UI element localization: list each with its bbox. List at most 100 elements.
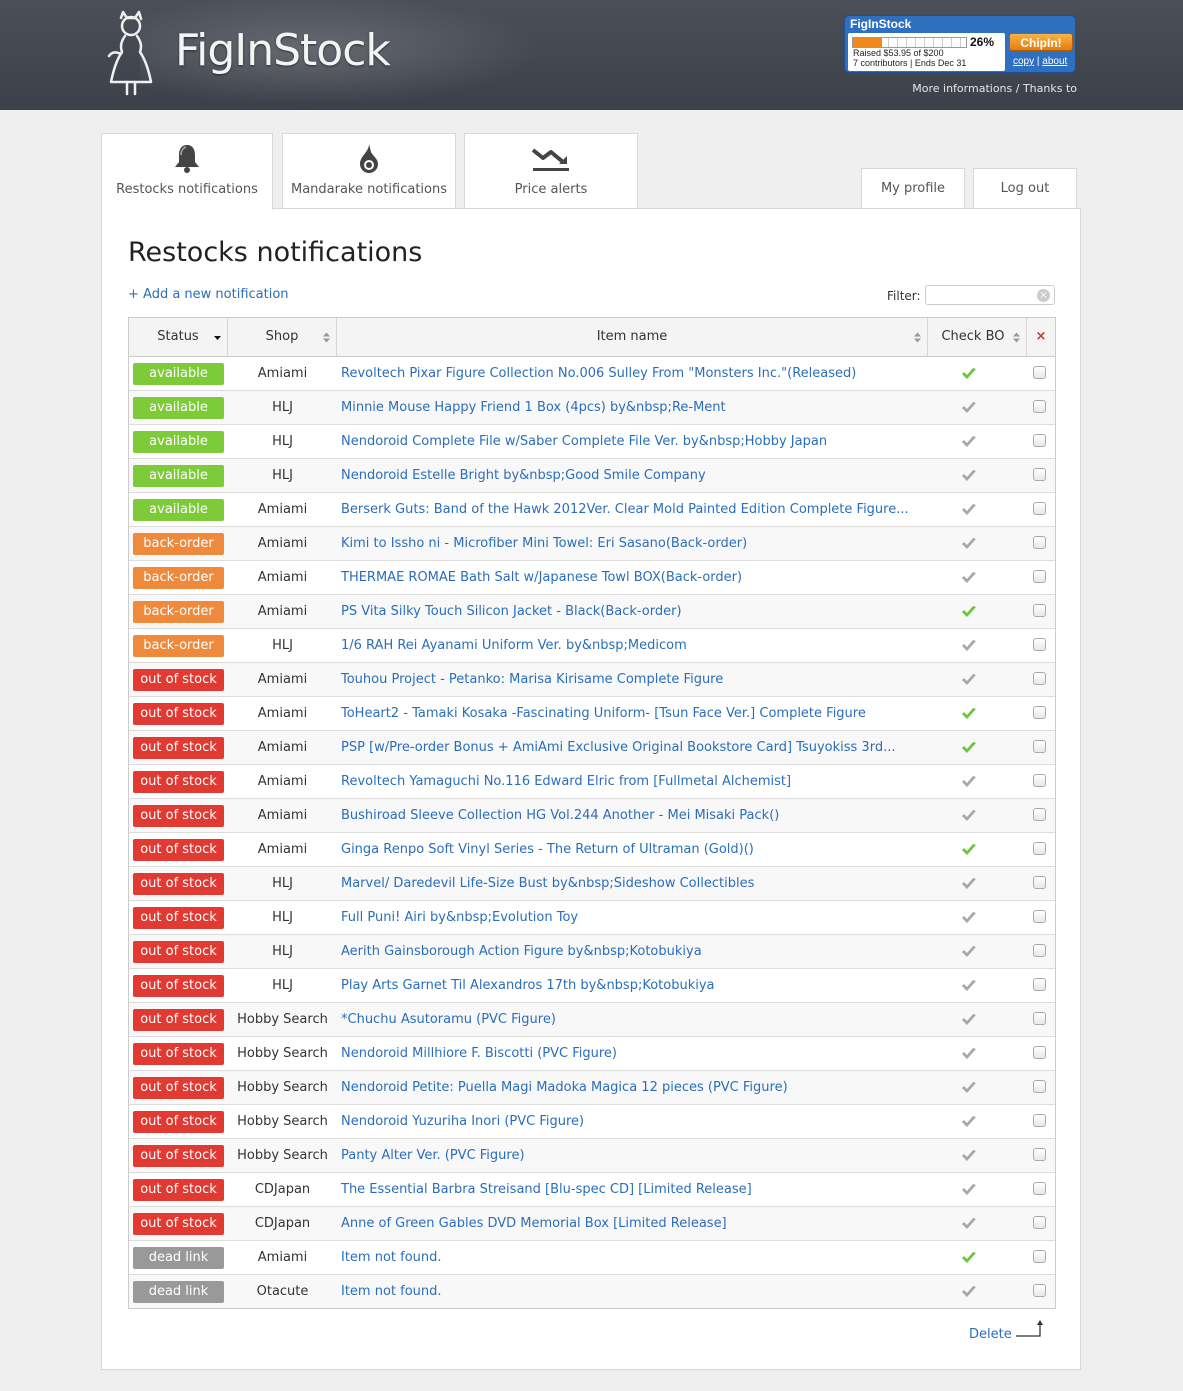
clear-filter-icon[interactable]: × — [1037, 289, 1050, 302]
check-bo-off-icon[interactable] — [961, 1081, 977, 1094]
check-bo-on-icon[interactable] — [961, 605, 977, 618]
item-link[interactable]: Nendoroid Yuzuriha Inori (PVC Figure) — [341, 1105, 584, 1138]
item-link[interactable]: Nendoroid Petite: Puella Magi Madoka Mag… — [341, 1071, 788, 1104]
row-select-checkbox[interactable] — [1033, 944, 1046, 957]
item-link[interactable]: Bushiroad Sleeve Collection HG Vol.244 A… — [341, 799, 779, 832]
item-link[interactable]: Revoltech Pixar Figure Collection No.006… — [341, 357, 856, 390]
item-link[interactable]: Nendoroid Estelle Bright by&nbsp;Good Sm… — [341, 459, 706, 492]
item-link[interactable]: Revoltech Yamaguchi No.116 Edward Elric … — [341, 765, 791, 798]
item-link[interactable]: Panty Alter Ver. (PVC Figure) — [341, 1139, 525, 1172]
add-notification-link[interactable]: + Add a new notification — [128, 287, 289, 302]
row-select-checkbox[interactable] — [1033, 1012, 1046, 1025]
check-bo-on-icon[interactable] — [961, 707, 977, 720]
check-bo-off-icon[interactable] — [961, 809, 977, 822]
brand-logo-text[interactable]: FigInStock — [175, 25, 391, 76]
item-link[interactable]: Berserk Guts: Band of the Hawk 2012Ver. … — [341, 493, 909, 526]
item-link[interactable]: Nendoroid Millhiore F. Biscotti (PVC Fig… — [341, 1037, 617, 1070]
check-bo-off-icon[interactable] — [961, 469, 977, 482]
row-select-checkbox[interactable] — [1033, 774, 1046, 787]
my-profile-button[interactable]: My profile — [861, 168, 965, 209]
check-bo-off-icon[interactable] — [961, 1285, 977, 1298]
item-link[interactable]: Item not found. — [341, 1275, 442, 1308]
row-select-checkbox[interactable] — [1033, 638, 1046, 651]
item-link[interactable]: PS Vita Silky Touch Silicon Jacket - Bla… — [341, 595, 682, 628]
row-select-checkbox[interactable] — [1033, 366, 1046, 379]
chipin-copy-link[interactable]: copy — [1013, 56, 1034, 67]
item-link[interactable]: Item not found. — [341, 1241, 442, 1274]
row-select-checkbox[interactable] — [1033, 536, 1046, 549]
remove-column-icon[interactable]: × — [1027, 318, 1055, 356]
item-link[interactable]: *Chuchu Asutoramu (PVC Figure) — [341, 1003, 556, 1036]
delete-button[interactable]: Delete — [969, 1327, 1012, 1342]
check-bo-on-icon[interactable] — [961, 741, 977, 754]
row-select-checkbox[interactable] — [1033, 672, 1046, 685]
item-link[interactable]: Aerith Gainsborough Action Figure by&nbs… — [341, 935, 702, 968]
check-bo-off-icon[interactable] — [961, 979, 977, 992]
column-status[interactable]: Status — [129, 318, 228, 356]
item-link[interactable]: THERMAE ROMAE Bath Salt w/Japanese Towl … — [341, 561, 742, 594]
check-bo-off-icon[interactable] — [961, 1217, 977, 1230]
item-link[interactable]: Marvel/ Daredevil Life-Size Bust by&nbsp… — [341, 867, 754, 900]
check-bo-off-icon[interactable] — [961, 537, 977, 550]
item-link[interactable]: Ginga Renpo Soft Vinyl Series - The Retu… — [341, 833, 754, 866]
check-bo-on-icon[interactable] — [961, 1251, 977, 1264]
item-link[interactable]: ToHeart2 - Tamaki Kosaka -Fascinating Un… — [341, 697, 866, 730]
row-select-checkbox[interactable] — [1033, 434, 1046, 447]
check-bo-off-icon[interactable] — [961, 1149, 977, 1162]
check-bo-off-icon[interactable] — [961, 877, 977, 890]
item-link[interactable]: Anne of Green Gables DVD Memorial Box [L… — [341, 1207, 727, 1240]
chipin-button[interactable]: ChipIn! — [1009, 33, 1073, 51]
item-link[interactable]: Touhou Project - Petanko: Marisa Kirisam… — [341, 663, 723, 696]
row-select-checkbox[interactable] — [1033, 978, 1046, 991]
check-bo-off-icon[interactable] — [961, 911, 977, 924]
check-bo-off-icon[interactable] — [961, 673, 977, 686]
check-bo-off-icon[interactable] — [961, 775, 977, 788]
row-select-checkbox[interactable] — [1033, 1216, 1046, 1229]
check-bo-off-icon[interactable] — [961, 945, 977, 958]
chipin-about-link[interactable]: about — [1042, 56, 1067, 67]
tab-restocks[interactable]: Restocks notifications — [101, 133, 273, 210]
logout-button[interactable]: Log out — [973, 168, 1077, 209]
check-bo-off-icon[interactable] — [961, 435, 977, 448]
row-select-checkbox[interactable] — [1033, 910, 1046, 923]
item-link[interactable]: Kimi to Issho ni - Microfiber Mini Towel… — [341, 527, 747, 560]
item-link[interactable]: The Essential Barbra Streisand [Blu-spec… — [341, 1173, 752, 1206]
tab-mandarake[interactable]: Mandarake notifications — [282, 133, 456, 209]
check-bo-off-icon[interactable] — [961, 503, 977, 516]
column-check-bo[interactable]: Check BO — [928, 318, 1027, 356]
item-link[interactable]: Full Puni! Airi by&nbsp;Evolution Toy — [341, 901, 578, 934]
row-select-checkbox[interactable] — [1033, 468, 1046, 481]
check-bo-off-icon[interactable] — [961, 401, 977, 414]
row-select-checkbox[interactable] — [1033, 1046, 1046, 1059]
row-select-checkbox[interactable] — [1033, 1080, 1046, 1093]
column-shop[interactable]: Shop — [228, 318, 337, 356]
row-select-checkbox[interactable] — [1033, 876, 1046, 889]
more-info-link[interactable]: More informations / Thanks to — [912, 82, 1077, 95]
filter-input[interactable] — [925, 285, 1055, 305]
row-select-checkbox[interactable] — [1033, 502, 1046, 515]
row-select-checkbox[interactable] — [1033, 842, 1046, 855]
row-select-checkbox[interactable] — [1033, 808, 1046, 821]
item-link[interactable]: Play Arts Garnet Til Alexandros 17th by&… — [341, 969, 715, 1002]
row-select-checkbox[interactable] — [1033, 1284, 1046, 1297]
row-select-checkbox[interactable] — [1033, 706, 1046, 719]
row-select-checkbox[interactable] — [1033, 570, 1046, 583]
row-select-checkbox[interactable] — [1033, 400, 1046, 413]
item-link[interactable]: Nendoroid Complete File w/Saber Complete… — [341, 425, 827, 458]
item-link[interactable]: 1/6 RAH Rei Ayanami Uniform Ver. by&nbsp… — [341, 629, 687, 662]
check-bo-off-icon[interactable] — [961, 1047, 977, 1060]
row-select-checkbox[interactable] — [1033, 740, 1046, 753]
check-bo-off-icon[interactable] — [961, 1115, 977, 1128]
column-item-name[interactable]: Item name — [337, 318, 928, 356]
tab-price-alerts[interactable]: Price alerts — [464, 133, 638, 209]
check-bo-on-icon[interactable] — [961, 367, 977, 380]
mascot-logo-icon[interactable] — [105, 10, 157, 96]
row-select-checkbox[interactable] — [1033, 1114, 1046, 1127]
check-bo-off-icon[interactable] — [961, 1013, 977, 1026]
row-select-checkbox[interactable] — [1033, 1148, 1046, 1161]
check-bo-off-icon[interactable] — [961, 1183, 977, 1196]
item-link[interactable]: Minnie Mouse Happy Friend 1 Box (4pcs) b… — [341, 391, 726, 424]
row-select-checkbox[interactable] — [1033, 1182, 1046, 1195]
item-link[interactable]: PSP [w/Pre-order Bonus + AmiAmi Exclusiv… — [341, 731, 895, 764]
check-bo-off-icon[interactable] — [961, 639, 977, 652]
